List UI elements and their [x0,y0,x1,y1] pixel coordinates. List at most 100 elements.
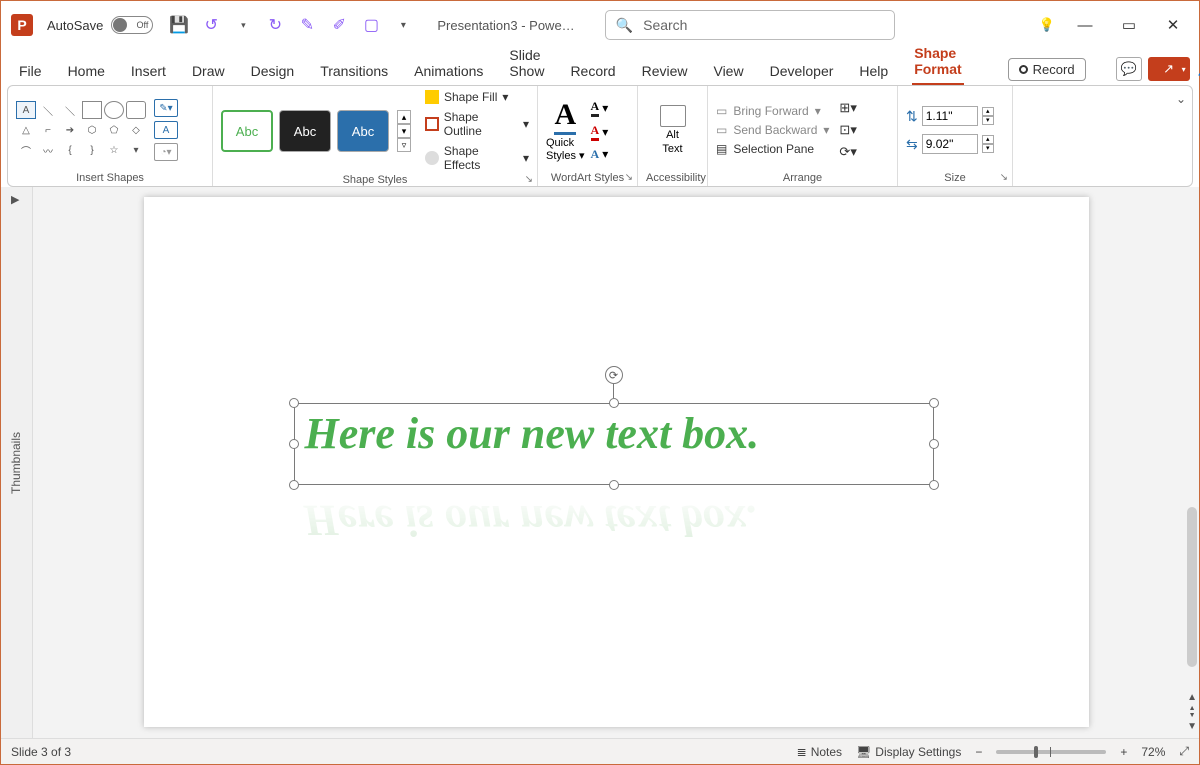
tab-developer[interactable]: Developer [768,57,836,85]
tab-animations[interactable]: Animations [412,57,485,85]
gallery-down-icon[interactable]: ▾ [397,124,411,138]
document-title[interactable]: Presentation3 - Powe… [437,18,574,33]
rotate-handle-icon[interactable]: ⟳ [605,366,623,384]
prev-slide-icon[interactable]: ▲ [1187,692,1197,703]
tab-insert[interactable]: Insert [129,57,168,85]
resize-handle-t[interactable] [609,398,619,408]
gallery-more-icon[interactable]: ▿ [397,138,411,152]
quick-styles-button[interactable]: QuickStyles ▾ [546,137,585,162]
resize-handle-tr[interactable] [929,398,939,408]
tab-record[interactable]: Record [568,57,617,85]
tab-help[interactable]: Help [857,57,890,85]
size-launcher-icon[interactable]: ↘ [1000,172,1008,183]
style-swatch-3[interactable]: Abc [337,110,389,152]
textbox-content[interactable]: Here is our new text box. [295,404,933,463]
height-spin-up[interactable]: ▴ [982,107,994,116]
zoom-in-icon[interactable]: + [1120,745,1127,759]
shape-tri-icon[interactable]: △ [16,121,36,139]
shape-conn-icon[interactable]: ⌐ [38,121,58,139]
selection-pane-button[interactable]: ▤ Selection Pane [716,142,829,156]
display-settings-button[interactable]: 🖥Display Settings [856,745,961,759]
shape-arc-icon[interactable]: ⌒ [16,141,36,159]
textbox-icon[interactable]: A [154,121,178,139]
group-menu-icon[interactable]: ⊡▾ [839,122,856,138]
record-button[interactable]: Record [1008,58,1086,81]
save-icon[interactable]: 💾 [167,13,191,37]
style-swatch-2[interactable]: Abc [279,110,331,152]
text-outline-menu[interactable]: A▾ [591,123,609,141]
resize-handle-bl[interactable] [289,480,299,490]
merge-shapes-icon[interactable]: ◔▾ [154,143,178,161]
height-spin-down[interactable]: ▾ [982,116,994,125]
wordart-icon[interactable]: A [554,98,576,135]
present-icon[interactable]: ▢ [359,13,383,37]
shape-callout-icon[interactable]: ◇ [126,121,146,139]
rotate-menu-icon[interactable]: ⟳▾ [839,144,856,160]
tab-shape-format[interactable]: Shape Format [912,39,963,85]
resize-handle-b[interactable] [609,480,619,490]
shape-star-icon[interactable]: ☆ [104,141,124,159]
edit-shape-icon[interactable]: ✎▾ [154,99,178,117]
tab-design[interactable]: Design [249,57,297,85]
tab-review[interactable]: Review [640,57,690,85]
account-icon[interactable]: 👤 [1196,57,1200,81]
shape-effects-menu[interactable]: Shape Effects ▾ [425,144,529,172]
undo-dropdown-icon[interactable]: ▾ [231,13,255,37]
alt-text-button[interactable]: Alt Text [660,105,686,155]
shape-fill-menu[interactable]: Shape Fill ▾ [425,90,529,104]
shape-brace-l-icon[interactable]: { [60,141,80,159]
selected-textbox[interactable]: ⟳ Here is our new text box. [294,403,934,485]
tab-slideshow[interactable]: Slide Show [507,41,546,85]
style-gallery[interactable]: Abc Abc Abc ▴ ▾ ▿ [221,110,411,152]
wordart-launcher-icon[interactable]: ↘ [625,172,633,183]
shape-line2-icon[interactable]: ＼ [60,101,80,119]
text-effects-menu[interactable]: A▾ [591,147,609,162]
shape-styles-launcher-icon[interactable]: ↘ [525,174,533,185]
shape-outline-menu[interactable]: Shape Outline ▾ [425,110,529,138]
shape-hex-icon[interactable]: ⬡ [82,121,102,139]
qat-customize-icon[interactable]: ▾ [391,13,415,37]
text-fill-menu[interactable]: A▾ [591,99,609,117]
maximize-icon[interactable]: ▭ [1119,16,1139,34]
tab-view[interactable]: View [711,57,745,85]
slide[interactable]: ⟳ Here is our new text box. Here is our … [144,197,1089,727]
shape-pent-icon[interactable]: ⬠ [104,121,124,139]
slide-canvas-area[interactable]: ⟳ Here is our new text box. Here is our … [33,187,1199,738]
shape-gallery[interactable]: A ＼＼ △⌐➔⬡⬠◇ ⌒〰{}☆▾ [16,101,146,159]
resize-handle-br[interactable] [929,480,939,490]
tab-file[interactable]: File [17,57,44,85]
width-spin-up[interactable]: ▴ [982,135,994,144]
bring-forward-button[interactable]: ▭ Bring Forward ▾ [716,104,829,118]
minimize-icon[interactable]: — [1075,17,1095,34]
zoom-slider[interactable] [996,750,1106,754]
redo-icon[interactable]: ↻ [263,13,287,37]
autosave-toggle[interactable]: Off [111,16,153,34]
qat-tool2-icon[interactable]: ✐ [327,13,351,37]
ribbon-collapse-icon[interactable]: ⌄ [1170,86,1192,186]
align-menu-icon[interactable]: ⊞▾ [839,100,856,116]
close-icon[interactable]: ✕ [1163,16,1183,34]
shape-brace-r-icon[interactable]: } [82,141,102,159]
next-slide-icon[interactable]: ▼ [1187,721,1197,732]
zoom-out-icon[interactable]: − [975,745,982,759]
shape-wave-icon[interactable]: 〰 [38,141,58,159]
style-swatch-1[interactable]: Abc [221,110,273,152]
undo-icon[interactable]: ↺ [199,13,223,37]
share-button[interactable]: ↗ [1148,57,1190,81]
shape-oval-icon[interactable] [104,101,124,119]
resize-handle-r[interactable] [929,439,939,449]
qat-tool1-icon[interactable]: ✎ [295,13,319,37]
tab-draw[interactable]: Draw [190,57,227,85]
shape-line-icon[interactable]: ＼ [38,101,58,119]
thumbnail-expand-icon[interactable]: ▶ [11,193,19,206]
shape-width-input[interactable] [922,134,978,154]
fit-to-window-icon[interactable]: ⤢ [1179,744,1189,759]
autosave-control[interactable]: AutoSave Off [47,16,153,34]
vertical-scrollbar[interactable] [1187,507,1197,667]
notes-button[interactable]: ≣Notes [797,745,842,759]
shape-roundrect-icon[interactable] [126,101,146,119]
send-backward-button[interactable]: ▭ Send Backward ▾ [716,123,829,137]
comments-icon[interactable]: 💬 [1116,57,1142,81]
tab-transitions[interactable]: Transitions [318,57,390,85]
shape-more-icon[interactable]: ▾ [126,141,146,159]
